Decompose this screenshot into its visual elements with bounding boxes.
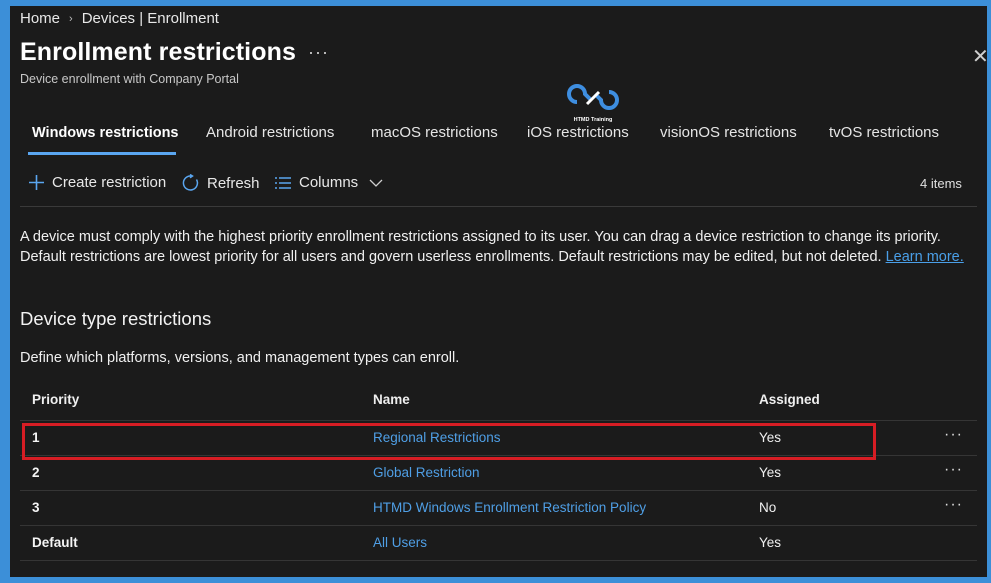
- columns-icon: [275, 176, 291, 189]
- row-priority: Default: [32, 535, 78, 550]
- tab-macos-restrictions[interactable]: macOS restrictions: [371, 124, 498, 141]
- toolbar-divider: [20, 206, 977, 207]
- row-more-options-icon[interactable]: ···: [944, 426, 963, 444]
- tab-tvos-restrictions[interactable]: tvOS restrictions: [829, 124, 939, 141]
- row-name-link[interactable]: All Users: [373, 535, 427, 550]
- table-row[interactable]: 3 HTMD Windows Enrollment Restriction Po…: [20, 491, 977, 526]
- breadcrumb: Home › Devices | Enrollment: [20, 10, 219, 27]
- refresh-icon: [182, 174, 199, 191]
- tab-ios-restrictions[interactable]: iOS restrictions: [527, 124, 629, 141]
- plus-icon: [29, 175, 44, 190]
- row-priority: 3: [32, 500, 40, 515]
- table-row[interactable]: Default All Users Yes: [20, 526, 977, 561]
- page-subtitle: Device enrollment with Company Portal: [20, 72, 239, 86]
- create-restriction-label: Create restriction: [52, 174, 167, 191]
- close-icon[interactable]: ✕: [972, 44, 987, 69]
- chevron-down-icon: [369, 179, 383, 187]
- restrictions-description: A device must comply with the highest pr…: [20, 228, 975, 267]
- column-header-assigned[interactable]: Assigned: [759, 392, 820, 407]
- column-header-priority[interactable]: Priority: [32, 392, 79, 407]
- section-title: Device type restrictions: [20, 308, 212, 329]
- breadcrumb-separator: ›: [69, 13, 73, 25]
- row-more-options-icon[interactable]: ···: [944, 461, 963, 479]
- more-options-icon[interactable]: ···: [308, 42, 329, 63]
- row-name-link[interactable]: HTMD Windows Enrollment Restriction Poli…: [373, 500, 646, 515]
- row-name-link[interactable]: Global Restriction: [373, 465, 480, 480]
- tab-android-restrictions[interactable]: Android restrictions: [206, 124, 334, 141]
- row-more-options-icon[interactable]: ···: [944, 496, 963, 514]
- table-row[interactable]: 2 Global Restriction Yes ···: [20, 456, 977, 491]
- page-title: Enrollment restrictions: [20, 38, 296, 66]
- tab-windows-restrictions[interactable]: Windows restrictions: [32, 125, 179, 141]
- logo-text: HTMD Training: [574, 117, 613, 123]
- tab-visionos-restrictions[interactable]: visionOS restrictions: [660, 124, 797, 141]
- row-assigned: Yes: [759, 465, 782, 480]
- columns-button[interactable]: Columns: [274, 174, 383, 191]
- refresh-label: Refresh: [207, 174, 260, 192]
- item-count: 4 items: [920, 176, 962, 191]
- active-tab-indicator: [28, 152, 176, 155]
- create-restriction-button[interactable]: Create restriction: [28, 174, 166, 191]
- row-assigned: Yes: [759, 535, 782, 550]
- row-assigned: No: [759, 500, 777, 515]
- htmd-logo-icon: HTMD Training: [567, 84, 619, 123]
- section-description: Define which platforms, versions, and ma…: [20, 350, 460, 366]
- column-header-name[interactable]: Name: [373, 392, 410, 407]
- row-priority: 2: [32, 465, 40, 480]
- refresh-button[interactable]: Refresh: [182, 174, 260, 192]
- breadcrumb-devices-enrollment[interactable]: Devices | Enrollment: [82, 10, 219, 27]
- description-text: A device must comply with the highest pr…: [20, 229, 941, 265]
- columns-label: Columns: [299, 174, 359, 191]
- learn-more-link[interactable]: Learn more.: [886, 249, 964, 265]
- portal-blade: Home › Devices | Enrollment Enrollment res…: [10, 6, 987, 577]
- highlight-annotation-box: [22, 423, 876, 460]
- breadcrumb-home[interactable]: Home: [20, 10, 60, 27]
